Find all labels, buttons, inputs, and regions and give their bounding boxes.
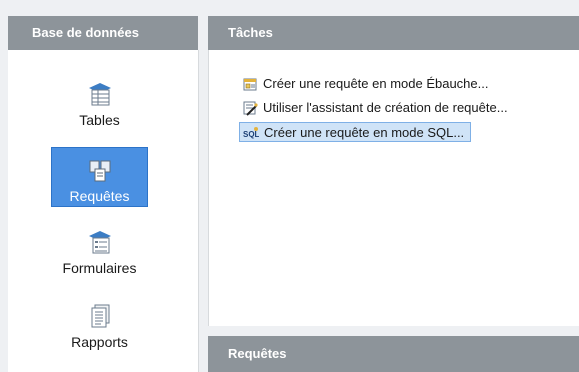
database-panel-header: Base de données <box>8 16 198 50</box>
task-create-query-design-view[interactable]: Créer une requête en mode Ébauche... <box>239 74 494 94</box>
design-view-icon <box>243 78 257 91</box>
sidebar-item-label: Formulaires <box>62 260 137 276</box>
queries-panel-header: Requêtes <box>208 336 579 372</box>
task-query-wizard[interactable]: Utiliser l'assistant de création de requ… <box>239 98 514 118</box>
sidebar-item-queries[interactable]: Requêtes <box>51 147 148 207</box>
sidebar-item-forms[interactable]: Formulaires <box>51 220 148 280</box>
form-icon <box>88 231 111 254</box>
sidebar-item-reports[interactable]: Rapports <box>51 294 148 354</box>
sidebar-item-label: Requêtes <box>69 188 130 204</box>
report-icon <box>91 304 109 328</box>
sidebar-item-tables[interactable]: Tables <box>51 72 148 132</box>
tasks-panel-header: Tâches <box>208 16 579 50</box>
task-label: Créer une requête en mode SQL... <box>264 125 465 140</box>
sql-icon: SQL <box>243 127 259 139</box>
task-label: Créer une requête en mode Ébauche... <box>263 76 489 91</box>
query-icon <box>89 160 110 182</box>
database-sidebar: Tables Requêtes Formulaires Rapports <box>8 50 199 372</box>
sidebar-item-label: Tables <box>79 112 120 128</box>
wizard-icon <box>243 101 258 116</box>
table-icon <box>88 83 111 106</box>
tasks-panel: Créer une requête en mode Ébauche... Uti… <box>208 50 579 326</box>
task-create-query-sql-view[interactable]: SQL Créer une requête en mode SQL... <box>239 122 472 142</box>
task-label: Utiliser l'assistant de création de requ… <box>263 100 508 115</box>
svg-text:SQL: SQL <box>243 130 259 139</box>
sidebar-item-label: Rapports <box>71 334 128 350</box>
